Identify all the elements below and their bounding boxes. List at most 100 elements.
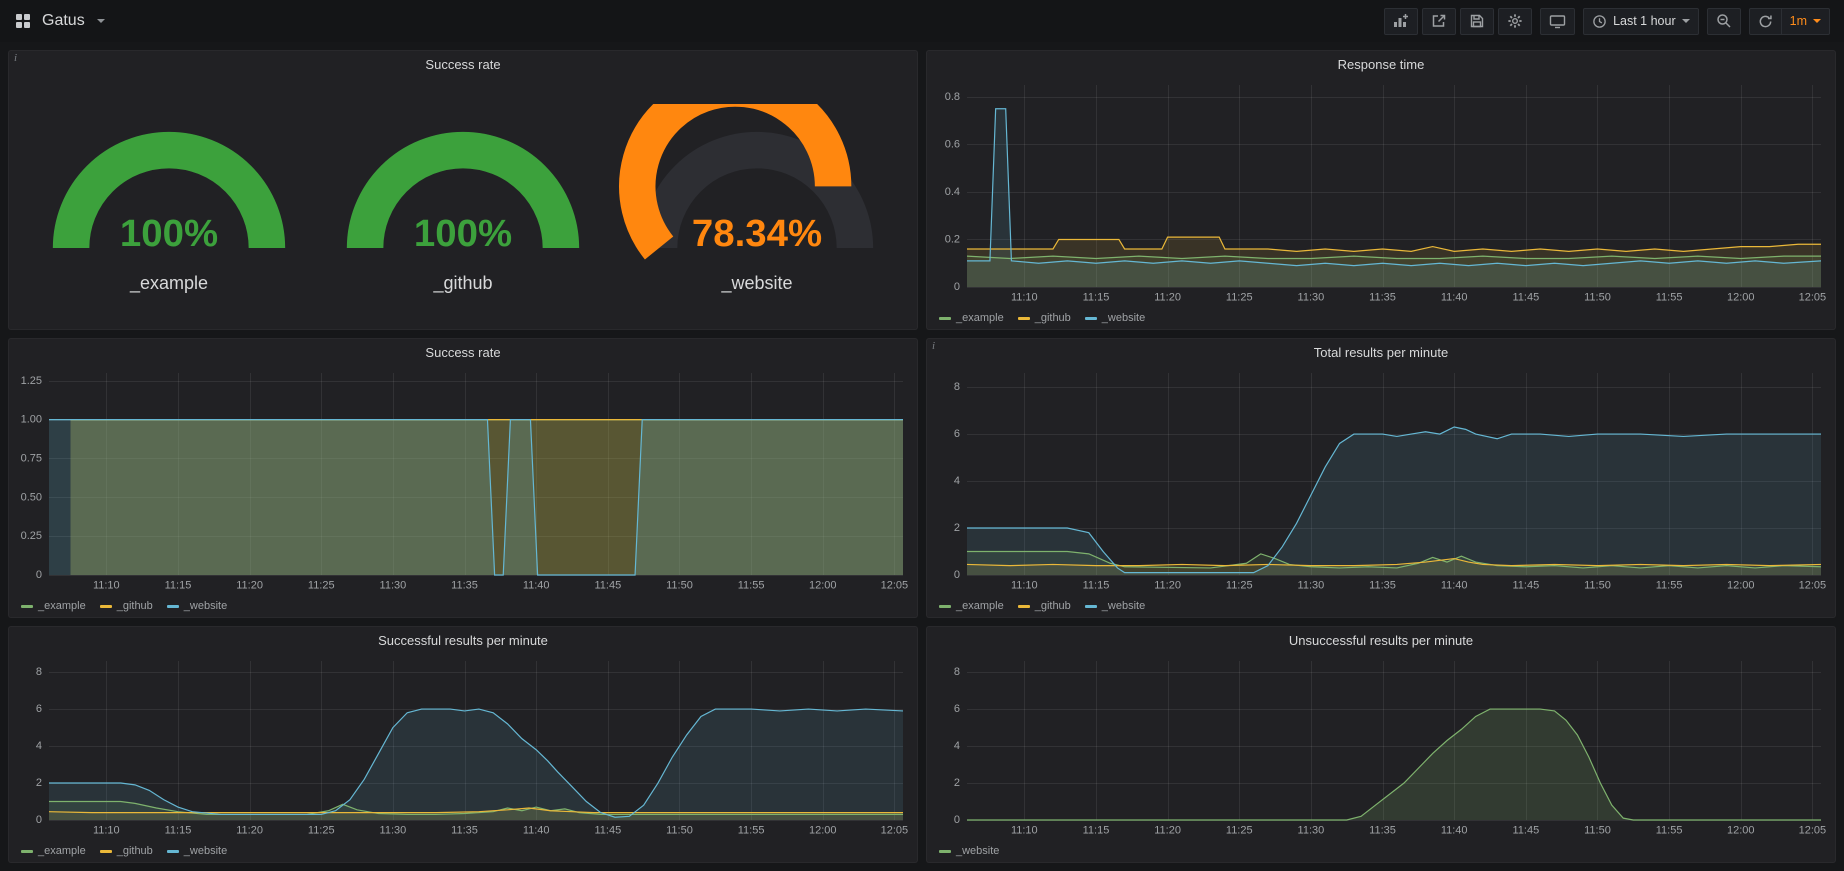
refresh-button[interactable] [1749,8,1782,35]
legend-item-_website[interactable]: _website [167,600,227,612]
legend-item-_website[interactable]: _website [939,845,999,857]
legend-color-swatch [939,605,951,608]
gauge-label: _website [721,273,792,294]
share-icon [1431,13,1447,29]
add-panel-button[interactable] [1384,8,1418,35]
share-button[interactable] [1422,8,1456,35]
legend-color-swatch [1018,605,1030,608]
legend-item-_example[interactable]: _example [939,600,1004,612]
chart-legend: _example _github _website [9,840,917,862]
time-range-label: Last 1 hour [1613,14,1676,28]
response-time-chart-canvas[interactable] [927,77,1835,307]
panel-info-icon[interactable]: i [14,52,17,64]
panel-response-time: Response time _example _github _website [926,50,1836,330]
chart-area [927,365,1835,595]
navbar: Gatus [0,0,1844,42]
legend-label: _website [184,600,227,612]
add-panel-icon [1393,13,1409,29]
gauge-_github: 100%_github [319,104,607,293]
chart-legend: _example _github _website [927,595,1835,617]
legend-label: _website [1102,600,1145,612]
legend-label: _example [38,600,86,612]
legend-color-swatch [21,605,33,608]
legend-color-swatch [939,317,951,320]
legend-item-_website[interactable]: _website [167,845,227,857]
legend-color-swatch [21,850,33,853]
gauge-value: 78.34% [692,213,822,256]
legend-label: _github [117,600,153,612]
dashboard-title-caret-icon[interactable] [97,19,105,23]
unsuccessful-results-chart-canvas[interactable] [927,653,1835,840]
zoom-out-button[interactable] [1707,8,1741,35]
legend-color-swatch [100,605,112,608]
panel-success-rate-gauges: i Success rate 100%_example100%_github78… [8,50,918,330]
dashboard-title[interactable]: Gatus [42,12,85,30]
panel-title: Success rate [425,57,500,72]
gauge-value: 100% [414,213,512,256]
legend-item-_example[interactable]: _example [939,312,1004,324]
legend-label: _github [1035,312,1071,324]
gauges-row: 100%_example100%_github78.34%_website [9,77,917,329]
panel-unsuccessful-results: Unsuccessful results per minute _website [926,626,1836,863]
refresh-interval-label: 1m [1790,14,1807,28]
panel-total-results: i Total results per minute _example _gith… [926,338,1836,618]
legend-label: _website [1102,312,1145,324]
legend-color-swatch [1085,317,1097,320]
panel-title: Successful results per minute [378,633,548,648]
dashboard-grid: i Success rate 100%_example100%_github78… [0,42,1844,871]
legend-color-swatch [167,850,179,853]
total-results-chart-canvas[interactable] [927,365,1835,595]
panel-successful-results: Successful results per minute _example _g… [8,626,918,863]
panel-info-icon[interactable]: i [932,340,935,352]
successful-results-chart-canvas[interactable] [9,653,917,840]
tv-mode-button[interactable] [1540,8,1575,35]
gauge-label: _example [130,273,208,294]
legend-label: _example [38,845,86,857]
chart-area [927,653,1835,840]
legend-item-_website[interactable]: _website [1085,600,1145,612]
legend-label: _example [956,312,1004,324]
monitor-icon [1549,13,1566,29]
legend-color-swatch [939,850,951,853]
gauge-_website: 78.34% _website [613,104,901,293]
dashboard-grid-icon[interactable] [14,12,32,30]
save-icon [1469,13,1485,29]
legend-label: _github [1035,600,1071,612]
legend-item-_github[interactable]: _github [100,600,153,612]
legend-color-swatch [100,850,112,853]
legend-item-_github[interactable]: _github [1018,312,1071,324]
panel-header[interactable]: Success rate [9,51,917,77]
zoom-out-icon [1716,13,1732,29]
gear-icon [1507,13,1523,29]
chart-area [927,77,1835,307]
panel-title: Success rate [425,345,500,360]
legend-item-_example[interactable]: _example [21,845,86,857]
clock-icon [1592,14,1607,29]
refresh-interval-button[interactable]: 1m [1782,8,1830,35]
save-button[interactable] [1460,8,1494,35]
panel-header[interactable]: Success rate [9,339,917,365]
settings-button[interactable] [1498,8,1532,35]
time-picker-button[interactable]: Last 1 hour [1583,8,1699,35]
panel-title: Response time [1338,57,1425,72]
chart-legend: _example _github _website [927,307,1835,329]
gauge-_example: 100%_example [25,104,313,293]
panel-success-rate-timeseries: Success rate _example _github _website [8,338,918,618]
legend-item-_github[interactable]: _github [1018,600,1071,612]
legend-item-_github[interactable]: _github [100,845,153,857]
refresh-icon [1758,14,1773,29]
panel-header[interactable]: Total results per minute [927,339,1835,365]
legend-label: _website [956,845,999,857]
panel-header[interactable]: Successful results per minute [9,627,917,653]
chart-legend: _website [927,840,1835,862]
panel-header[interactable]: Unsuccessful results per minute [927,627,1835,653]
panel-title: Unsuccessful results per minute [1289,633,1473,648]
legend-item-_website[interactable]: _website [1085,312,1145,324]
time-picker-caret-icon [1682,19,1690,23]
chart-legend: _example _github _website [9,595,917,617]
panel-title: Total results per minute [1314,345,1448,360]
success-rate-chart-canvas[interactable] [9,365,917,595]
legend-label: _github [117,845,153,857]
panel-header[interactable]: Response time [927,51,1835,77]
legend-item-_example[interactable]: _example [21,600,86,612]
